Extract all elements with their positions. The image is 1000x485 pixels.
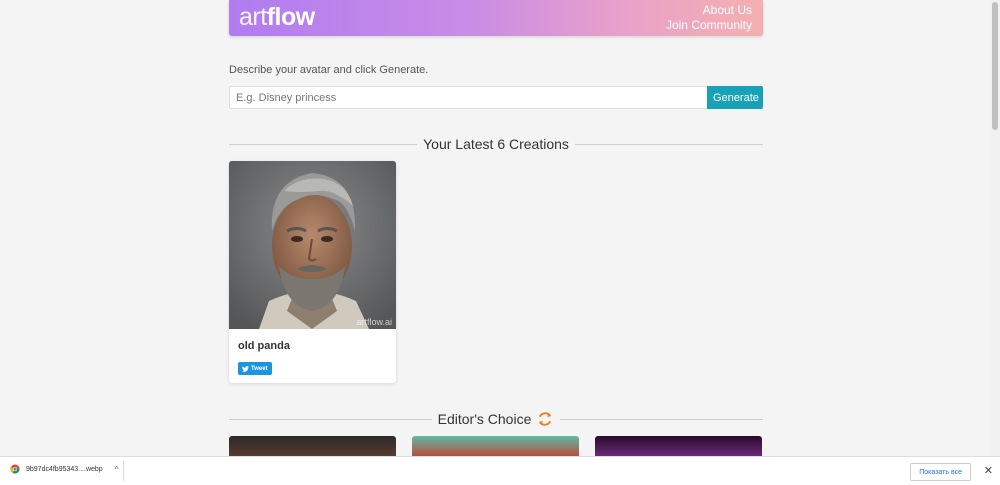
editors-choice-title-wrap: Editor's Choice — [432, 410, 561, 428]
chevron-up-icon[interactable]: ^ — [115, 465, 119, 474]
show-all-downloads-button[interactable]: Показать все — [910, 463, 971, 481]
creation-title: old panda — [238, 340, 290, 352]
editors-choice-image-2[interactable] — [412, 436, 579, 456]
refresh-icon[interactable] — [536, 410, 554, 428]
prompt-instructions: Describe your avatar and click Generate. — [229, 64, 429, 76]
editors-choice-image-1[interactable] — [229, 436, 396, 456]
site-header: artflow About Us Join Community — [229, 0, 763, 36]
editors-choice-heading: Editor's Choice — [229, 410, 763, 428]
latest-creations-heading: Your Latest 6 Creations — [229, 136, 763, 152]
avatar-description-input[interactable] — [229, 86, 707, 109]
close-icon[interactable]: ✕ — [984, 464, 993, 477]
scrollbar-thumb[interactable] — [992, 2, 998, 130]
editors-choice-title: Editor's Choice — [437, 411, 532, 427]
artflow-watermark: artflow.ai — [356, 317, 392, 327]
download-bar: 9b97dc4fb95343....webp ^ Показать все ✕ — [0, 456, 1000, 485]
header-nav: About Us Join Community — [666, 3, 752, 33]
logo-text-flow: flow — [266, 3, 316, 31]
twitter-bird-icon — [242, 365, 249, 372]
logo-text-art: art — [239, 3, 267, 31]
editors-choice-image-3[interactable] — [595, 436, 762, 456]
generate-form: Generate — [229, 86, 763, 109]
about-us-link[interactable]: About Us — [666, 3, 752, 18]
page-scrollbar[interactable] — [990, 0, 1000, 456]
chrome-icon — [10, 464, 20, 474]
generate-button[interactable]: Generate — [707, 86, 763, 109]
creation-card[interactable]: artflow.ai old panda Tweet — [229, 161, 396, 383]
creation-image[interactable]: artflow.ai — [229, 161, 396, 329]
download-separator — [123, 461, 124, 481]
join-community-link[interactable]: Join Community — [666, 18, 752, 33]
old-man-portrait — [229, 161, 396, 329]
latest-creations-title: Your Latest 6 Creations — [423, 136, 569, 152]
artflow-logo[interactable]: artflow — [239, 3, 315, 32]
tweet-button[interactable]: Tweet — [238, 362, 272, 375]
download-file-name: 9b97dc4fb95343....webp — [26, 465, 103, 473]
download-item[interactable]: 9b97dc4fb95343....webp ^ — [10, 464, 118, 474]
tweet-label: Tweet — [251, 365, 268, 372]
